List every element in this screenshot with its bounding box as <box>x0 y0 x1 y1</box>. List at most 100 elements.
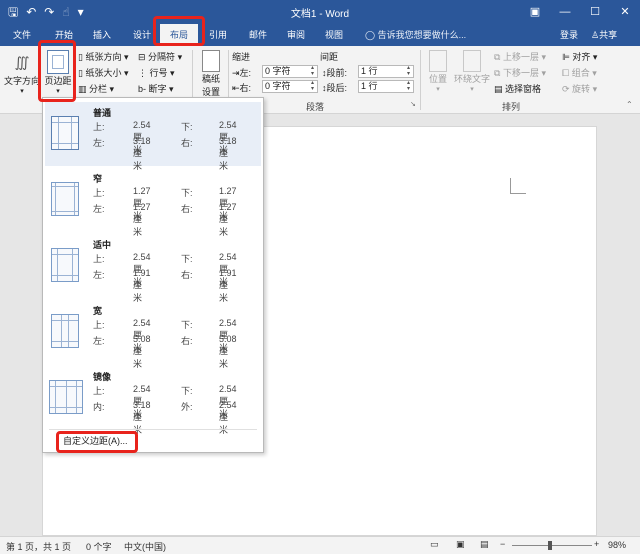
indent-right-label: ⇤右: <box>232 83 252 93</box>
group-icon: ⧠ <box>562 68 572 78</box>
columns-icon: ▥ <box>78 84 90 94</box>
group-divider <box>420 50 421 110</box>
spacing-before-label: ↕段前: <box>322 68 348 78</box>
margin-value: 1.27 厘米 <box>219 202 237 237</box>
margin-key: 右: <box>181 204 193 214</box>
margin-value: 5.08 厘米 <box>219 334 237 369</box>
margin-value: 1.91 厘米 <box>133 268 151 303</box>
orientation-button[interactable]: ▯ 纸张方向 ▾ <box>78 50 129 63</box>
indent-right-icon: ⇤ <box>232 83 240 93</box>
indent-left-label: ⇥左: <box>232 68 252 78</box>
tab-insert[interactable]: 插入 <box>86 24 118 46</box>
margin-key: 上: <box>93 254 105 264</box>
wrap-text-icon <box>463 50 481 72</box>
zoom-in-icon[interactable]: + <box>594 539 599 549</box>
margin-option-mirrored[interactable]: 镜像 上: 2.54 厘米 下: 2.54 厘米 内: 3.18 厘米 外: 2.54 厘米 <box>45 366 261 435</box>
draft-paper-icon <box>202 50 220 72</box>
indent-right-input[interactable]: 0 字符 <box>262 80 318 93</box>
margin-key: 左: <box>93 270 105 280</box>
person-icon: ♙ <box>591 30 600 40</box>
margin-narrow-icon <box>51 182 79 216</box>
selection-pane-button[interactable]: ▤ 选择窗格 <box>494 82 541 95</box>
ribbon-options-icon[interactable]: ▣ <box>520 0 550 24</box>
text-direction-button[interactable]: ∭ 文字方向 ▾ <box>2 50 42 95</box>
spacing-after-input[interactable]: 1 行 <box>358 80 414 93</box>
tab-file[interactable]: 文件 <box>6 24 38 46</box>
print-layout-icon[interactable]: ▣ <box>456 539 465 550</box>
tab-view[interactable]: 视图 <box>318 24 350 46</box>
hyphenation-icon: b‑ <box>138 84 149 94</box>
size-button[interactable]: ▯ 纸张大小 ▾ <box>78 66 129 79</box>
margins-dropdown: 普通 上: 2.54 厘米 下: 2.54 厘米 左: 3.18 厘米 右: 3.18 厘米… <box>42 97 264 453</box>
line-numbers-button[interactable]: ⋮ 行号 ▾ <box>138 66 175 79</box>
title-bar: 🖫 ↶ ↷ ☝ ▾ 文档1 - Word ▣ — ☐ ✕ <box>0 0 640 24</box>
margin-key: 上: <box>93 386 105 396</box>
tab-review[interactable]: 审阅 <box>280 24 312 46</box>
rotate-button[interactable]: ⟳ 旋转 ▾ <box>562 82 597 95</box>
margin-option-narrow[interactable]: 窄 上: 1.27 厘米 下: 1.27 厘米 左: 1.27 厘米 右: 1.27 厘米 <box>45 168 261 237</box>
zoom-slider-track[interactable] <box>512 545 592 546</box>
margin-value: 3.18 厘米 <box>133 136 151 171</box>
login-link[interactable]: 登录 <box>560 24 578 46</box>
margin-key: 右: <box>181 336 193 346</box>
wrap-text-button[interactable]: 环绕文字 ▾ <box>454 50 490 93</box>
language-indicator[interactable]: 中文(中国) <box>124 540 166 553</box>
lightbulb-icon: ◯ <box>365 30 378 40</box>
web-layout-icon[interactable]: ▤ <box>480 539 489 550</box>
margin-key: 左: <box>93 138 105 148</box>
zoom-level[interactable]: 98% <box>608 540 626 550</box>
margin-key: 下: <box>181 386 193 396</box>
paragraph-dialog-launcher-icon[interactable]: ↘ <box>410 100 416 108</box>
margin-key: 左: <box>93 336 105 346</box>
word-count[interactable]: 0 个字 <box>86 540 112 553</box>
margin-key: 下: <box>181 254 193 264</box>
zoom-out-icon[interactable]: − <box>500 539 505 549</box>
spacing-before-input[interactable]: 1 行 <box>358 65 414 78</box>
send-backward-button[interactable]: ⧉ 下移一层 ▾ <box>494 66 546 79</box>
margin-key: 外: <box>181 402 193 412</box>
bring-forward-button[interactable]: ⧉ 上移一层 ▾ <box>494 50 546 63</box>
tab-mailings[interactable]: 邮件 <box>242 24 274 46</box>
close-icon[interactable]: ✕ <box>610 0 640 24</box>
columns-button[interactable]: ▥ 分栏 ▾ <box>78 82 114 95</box>
minimize-icon[interactable]: — <box>550 0 580 24</box>
status-bar: 第 1 页，共 1 页 0 个字 中文(中国) ▭ ▣ ▤ − + 98% <box>0 536 640 554</box>
menu-separator <box>49 429 257 430</box>
margin-option-name: 普通 <box>93 108 112 118</box>
page-count[interactable]: 第 1 页，共 1 页 <box>6 540 71 553</box>
draft-paper-button[interactable]: 稿纸 设置 <box>196 50 226 98</box>
ribbon-tabs: 文件 开始 插入 设计 布局 引用 邮件 审阅 视图 ◯ 告诉我您想要做什么..… <box>0 24 640 46</box>
maximize-icon[interactable]: ☐ <box>580 0 610 24</box>
window-controls: ▣ — ☐ ✕ <box>520 0 640 24</box>
breaks-icon: ⊟ <box>138 52 149 62</box>
margin-key: 左: <box>93 204 105 214</box>
indent-left-input[interactable]: 0 字符 <box>262 65 318 78</box>
group-button[interactable]: ⧠ 组合 ▾ <box>562 66 597 79</box>
margin-option-name: 镜像 <box>93 372 112 382</box>
margin-option-moderate[interactable]: 适中 上: 2.54 厘米 下: 2.54 厘米 左: 1.91 厘米 右: 1.91 厘米 <box>45 234 261 303</box>
hyphenation-button[interactable]: b‑ 断字 ▾ <box>138 82 174 95</box>
tell-me-box[interactable]: ◯ 告诉我您想要做什么... <box>365 24 466 46</box>
margin-option-normal[interactable]: 普通 上: 2.54 厘米 下: 2.54 厘米 左: 3.18 厘米 右: 3.18 厘米 <box>45 102 261 171</box>
margin-option-name: 适中 <box>93 240 112 250</box>
margin-mirrored-icon <box>49 380 83 414</box>
arrange-group-label: 排列 <box>502 102 521 112</box>
tab-references[interactable]: 引用 <box>202 24 234 46</box>
margin-option-name: 宽 <box>93 306 103 316</box>
collapse-ribbon-icon[interactable]: ⌃ <box>626 100 633 109</box>
zoom-slider-thumb[interactable] <box>548 541 552 550</box>
margin-moderate-icon <box>51 248 79 282</box>
position-button[interactable]: 位置 ▾ <box>424 50 452 93</box>
margin-corner-mark <box>510 178 526 194</box>
margin-option-wide[interactable]: 宽 上: 2.54 厘米 下: 2.54 厘米 左: 5.08 厘米 右: 5.08 厘米 <box>45 300 261 369</box>
margin-key: 下: <box>181 188 193 198</box>
share-button[interactable]: ♙共享 <box>588 27 620 43</box>
breaks-button[interactable]: ⊟ 分隔符 ▾ <box>138 50 182 63</box>
align-button[interactable]: ⊫ 对齐 ▾ <box>562 50 597 63</box>
spacing-label: 间距 <box>320 52 339 62</box>
margin-key: 下: <box>181 320 193 330</box>
margin-value: 1.91 厘米 <box>219 268 237 303</box>
read-mode-icon[interactable]: ▭ <box>430 539 439 550</box>
margin-key: 右: <box>181 138 193 148</box>
margin-key: 上: <box>93 122 105 132</box>
